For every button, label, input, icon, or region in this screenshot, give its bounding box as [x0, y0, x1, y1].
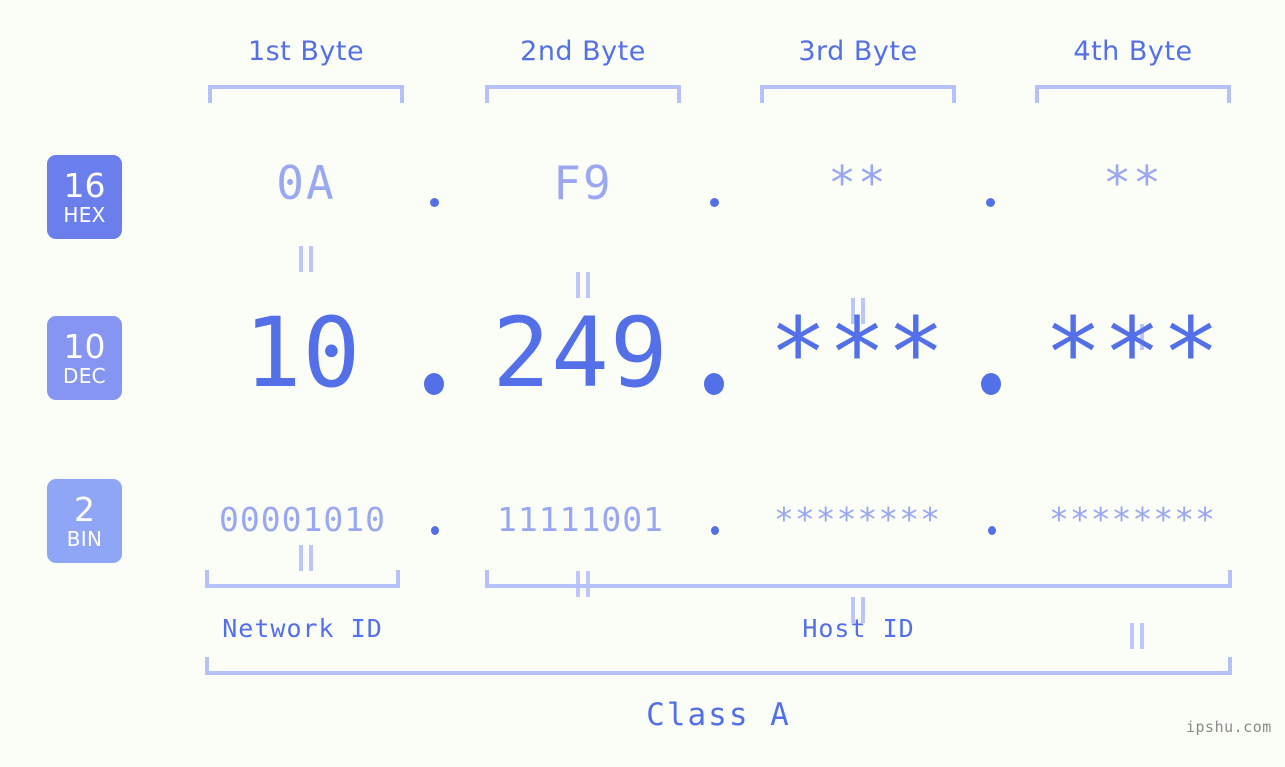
byte-header-label-2: 2nd Byte: [520, 36, 646, 67]
class-bracket: [205, 657, 1232, 675]
hex-separator-dot-1: [430, 198, 439, 207]
base-badge-bin: 2 BIN: [47, 479, 122, 563]
equals-connector-dec-bin-1: [299, 545, 313, 571]
dec-separator-dot-2: [704, 373, 724, 395]
hex-byte-value-3: **: [828, 156, 888, 210]
byte-header-label-4: 4th Byte: [1073, 36, 1193, 67]
dec-separator-dot-3: [981, 373, 1001, 395]
hex-byte-value-4: **: [1103, 156, 1163, 210]
equals-connector-hex-dec-1: [299, 246, 313, 272]
bin-byte-value-4: ********: [1049, 500, 1216, 539]
dec-byte-value-2: 249: [492, 297, 669, 409]
bin-separator-dot-2: [711, 526, 719, 535]
hex-byte-value-1: 0A: [276, 156, 336, 210]
network-id-bracket: [205, 570, 400, 588]
byte-header-label-3: 3rd Byte: [798, 36, 918, 67]
class-label: Class A: [646, 697, 791, 733]
byte-bracket-top-4: [1035, 85, 1231, 103]
network-id-label: Network ID: [222, 614, 383, 643]
dec-byte-value-3: ***: [769, 297, 946, 409]
base-badge-dec: 10 DEC: [47, 316, 122, 400]
dec-byte-value-1: 10: [243, 297, 362, 409]
bin-byte-value-2: 11111001: [497, 500, 664, 539]
bin-byte-value-1: 00001010: [219, 500, 386, 539]
ip-byte-breakdown-diagram: 1st Byte 2nd Byte 3rd Byte 4th Byte 16 H…: [0, 0, 1285, 767]
dec-separator-dot-1: [424, 373, 444, 395]
byte-bracket-top-2: [485, 85, 681, 103]
base-badge-hex-name: HEX: [63, 203, 106, 227]
watermark: ipshu.com: [1186, 718, 1272, 736]
equals-connector-hex-dec-2: [576, 272, 590, 298]
bin-separator-dot-3: [988, 526, 996, 535]
base-badge-dec-number: 10: [63, 327, 106, 366]
bin-separator-dot-1: [431, 526, 439, 535]
host-id-label: Host ID: [802, 614, 915, 643]
hex-separator-dot-3: [986, 198, 995, 207]
bin-byte-value-3: ********: [774, 500, 941, 539]
base-badge-hex-number: 16: [63, 166, 106, 205]
hex-separator-dot-2: [710, 198, 719, 207]
base-badge-bin-number: 2: [74, 490, 95, 529]
base-badge-hex: 16 HEX: [47, 155, 122, 239]
host-id-bracket: [485, 570, 1232, 588]
dec-byte-value-4: ***: [1044, 297, 1221, 409]
hex-byte-value-2: F9: [553, 156, 613, 210]
byte-bracket-top-1: [208, 85, 404, 103]
base-badge-bin-name: BIN: [66, 527, 103, 551]
base-badge-dec-name: DEC: [63, 364, 106, 388]
byte-header-label-1: 1st Byte: [247, 36, 365, 67]
byte-bracket-top-3: [760, 85, 956, 103]
